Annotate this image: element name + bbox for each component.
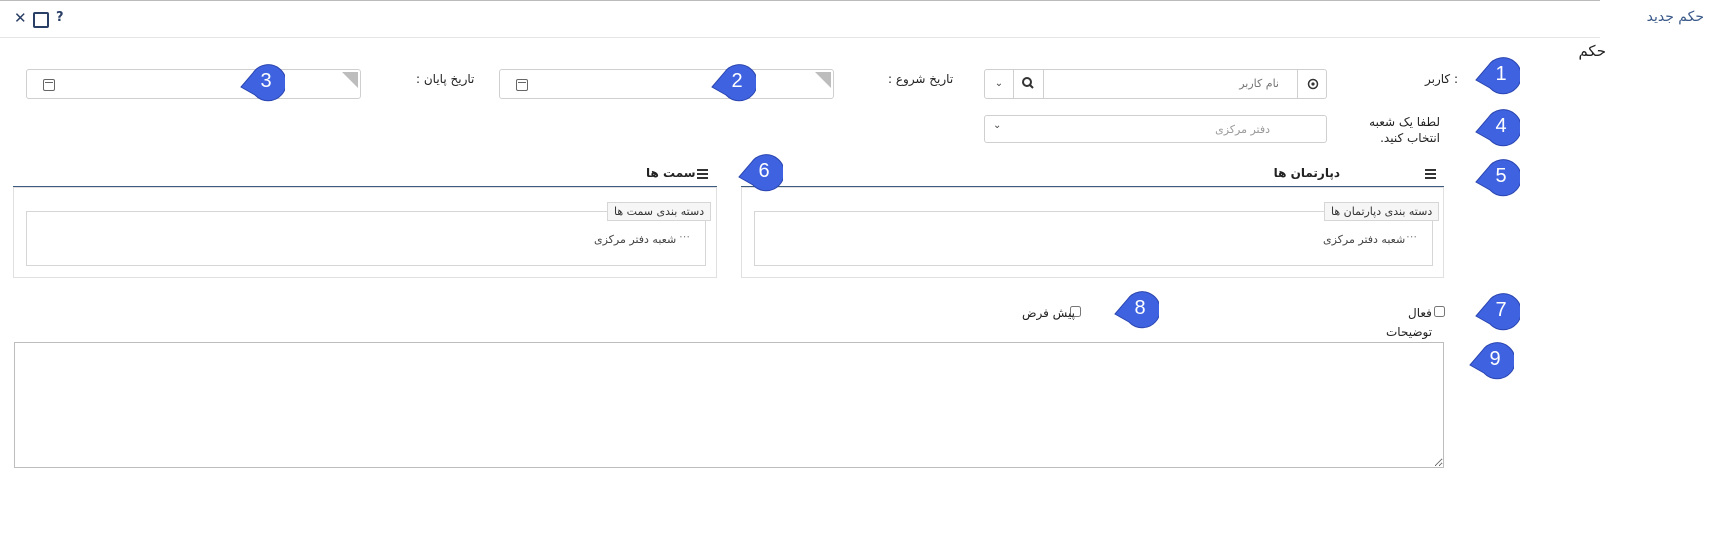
user-label: کاربر :	[1425, 72, 1458, 86]
annotation-number: 9	[1489, 348, 1501, 370]
annotation-number: 4	[1495, 115, 1507, 137]
target-icon	[1307, 78, 1319, 90]
help-icon[interactable]: ?	[56, 9, 64, 27]
form-title: حکم	[1578, 42, 1606, 60]
positions-panel: دسته بندی سمت ها شعبه دفتر مرکزی ⋯	[13, 187, 717, 278]
active-label: فعال	[1408, 306, 1432, 320]
search-button[interactable]	[1013, 70, 1043, 98]
positions-title: سمت ها	[646, 166, 696, 180]
resize-corner-icon	[815, 72, 831, 88]
start-date-label: تاریخ شروع :	[888, 72, 954, 86]
resize-corner-icon	[342, 72, 358, 88]
annotation-number: 3	[260, 70, 272, 92]
menu-icon[interactable]	[1425, 167, 1436, 181]
description-textarea[interactable]	[14, 342, 1444, 468]
annotation-number: 7	[1495, 299, 1507, 321]
search-icon	[1022, 77, 1034, 89]
annotation-marker-6: 6	[737, 149, 783, 193]
chevron-down-icon[interactable]: ⌄	[985, 70, 1013, 98]
annotation-marker-3: 3	[239, 59, 285, 103]
end-date-input[interactable]	[26, 69, 361, 99]
annotation-marker-5: 5	[1474, 154, 1520, 198]
menu-icon[interactable]	[697, 167, 708, 181]
departments-category-label: دسته بندی دپارتمان ها	[1324, 202, 1440, 221]
positions-category-label: دسته بندی سمت ها	[607, 202, 712, 221]
maximize-icon[interactable]	[33, 12, 49, 28]
description-label: توضیحات	[1386, 325, 1433, 339]
user-input[interactable]	[1077, 76, 1281, 91]
window-titlebar	[0, 0, 1600, 38]
active-checkbox[interactable]	[1434, 306, 1445, 317]
branch-label: لطفا یک شعبه انتخاب کنید.	[1369, 115, 1440, 145]
close-icon[interactable]: ✕	[14, 9, 27, 27]
annotation-marker-2: 2	[710, 59, 756, 103]
annotation-marker-1: 1	[1474, 52, 1520, 96]
calendar-icon[interactable]	[516, 79, 528, 91]
user-pick-button[interactable]	[1297, 70, 1327, 98]
annotation-marker-8: 8	[1113, 286, 1159, 330]
user-field: ⌄	[984, 69, 1327, 99]
annotation-number: 2	[731, 70, 743, 92]
annotation-marker-4: 4	[1474, 104, 1520, 148]
tree-dots-icon: ⋯	[679, 230, 690, 243]
start-date-input[interactable]	[499, 69, 834, 99]
annotation-number: 5	[1495, 165, 1507, 187]
default-label: پیش فرض	[1022, 306, 1075, 320]
departments-title: دپارتمان ها	[1273, 166, 1340, 180]
branch-select[interactable]: ⌄ دفتر مرکزی	[984, 115, 1327, 143]
tree-item[interactable]: شعبه دفتر مرکزی	[594, 233, 676, 246]
annotation-marker-9: 9	[1468, 337, 1514, 381]
end-date-label: تاریخ پایان :	[416, 72, 475, 86]
tree-item[interactable]: شعبه دفتر مرکزی	[1323, 233, 1405, 246]
chevron-down-icon: ⌄	[993, 120, 1002, 131]
branch-selected-value: دفتر مرکزی	[1215, 123, 1270, 136]
annotation-number: 1	[1495, 63, 1507, 85]
annotation-number: 8	[1134, 297, 1146, 319]
calendar-icon[interactable]	[43, 79, 55, 91]
window-title: حکم جدید	[1646, 9, 1704, 25]
tree-dots-icon: ⋯	[1406, 230, 1417, 243]
departments-panel: دسته بندی دپارتمان ها شعبه دفتر مرکزی ⋯	[741, 187, 1444, 278]
annotation-marker-7: 7	[1474, 288, 1520, 332]
annotation-number: 6	[758, 160, 770, 182]
